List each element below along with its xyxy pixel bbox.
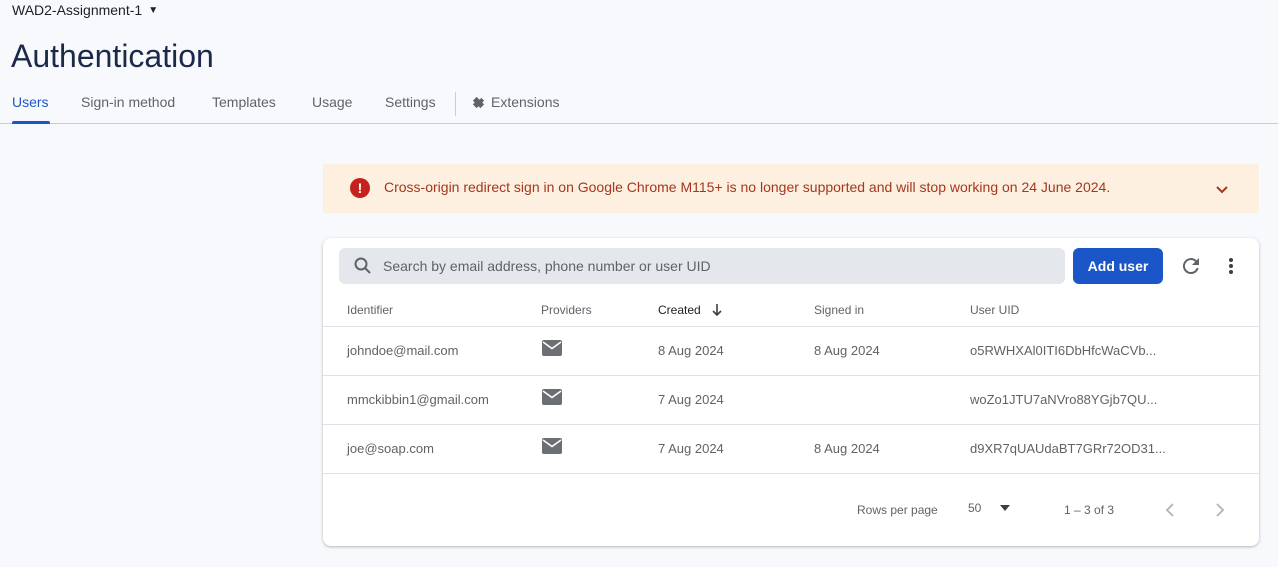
error-icon: ! <box>350 178 370 198</box>
cell-created: 7 Aug 2024 <box>658 392 724 407</box>
banner-message: Cross-origin redirect sign in on Google … <box>384 179 1111 195</box>
project-selector[interactable]: WAD2-Assignment-1 ▼ <box>12 2 158 18</box>
tab-templates[interactable]: Templates <box>212 94 276 110</box>
cell-signed-in: 8 Aug 2024 <box>814 441 880 456</box>
tab-usage[interactable]: Usage <box>312 94 352 110</box>
email-icon <box>542 340 562 356</box>
chevron-down-icon[interactable] <box>1213 180 1231 198</box>
cell-signed-in: 8 Aug 2024 <box>814 343 880 358</box>
column-header-uid: User UID <box>970 303 1020 317</box>
tab-sign-in-method[interactable]: Sign-in method <box>81 94 175 110</box>
tab-bar: Users Sign-in method Templates Usage Set… <box>0 84 1278 124</box>
pagination-range: 1 – 3 of 3 <box>1064 503 1115 517</box>
column-header-created[interactable]: Created <box>658 303 723 317</box>
column-header-providers: Providers <box>541 303 592 317</box>
column-header-signed-in[interactable]: Signed in <box>814 303 864 317</box>
deprecation-banner: ! Cross-origin redirect sign in on Googl… <box>323 164 1259 213</box>
rows-per-page-value: 50 <box>968 501 982 515</box>
cell-identifier: johndoe@mail.com <box>347 343 459 358</box>
cell-uid: woZo1JTU7aNVro88YGjb7QU... <box>970 392 1158 407</box>
project-name: WAD2-Assignment-1 <box>12 2 143 18</box>
cell-created: 8 Aug 2024 <box>658 343 724 358</box>
cell-created: 7 Aug 2024 <box>658 441 724 456</box>
cell-uid: d9XR7qUAUdaBT7GRr72OD31... <box>970 441 1166 456</box>
search-input[interactable] <box>383 248 1053 284</box>
more-vert-icon[interactable] <box>1219 254 1243 278</box>
tab-extensions[interactable]: Extensions <box>471 94 559 110</box>
caret-down-icon <box>1000 505 1011 511</box>
column-header-created-label: Created <box>658 303 701 317</box>
cell-uid: o5RWHXAl0ITI6DbHfcWaCVb... <box>970 343 1157 358</box>
users-card: Add user Identifier Providers Created Si… <box>323 238 1259 546</box>
tab-divider <box>455 92 456 116</box>
email-icon <box>542 438 562 454</box>
tab-extensions-label: Extensions <box>491 94 560 110</box>
search-icon <box>354 257 371 274</box>
table-row[interactable]: mmckibbin1@gmail.com 7 Aug 2024 woZo1JTU… <box>323 376 1259 425</box>
rows-per-page-label: Rows per page <box>857 503 938 517</box>
cell-identifier: mmckibbin1@gmail.com <box>347 392 489 407</box>
page-title: Authentication <box>11 38 214 74</box>
email-icon <box>542 389 562 405</box>
active-tab-indicator <box>12 121 50 124</box>
caret-down-icon: ▼ <box>148 4 159 16</box>
column-header-identifier[interactable]: Identifier <box>347 303 393 317</box>
table-row[interactable]: joe@soap.com 7 Aug 2024 8 Aug 2024 d9XR7… <box>323 425 1259 474</box>
table-row[interactable]: johndoe@mail.com 8 Aug 2024 8 Aug 2024 o… <box>323 327 1259 376</box>
search-bar <box>339 248 1065 284</box>
refresh-icon[interactable] <box>1179 254 1203 278</box>
extensions-icon <box>472 96 485 108</box>
previous-page-icon[interactable] <box>1161 500 1181 520</box>
cell-identifier: joe@soap.com <box>347 441 434 456</box>
add-user-button[interactable]: Add user <box>1073 248 1163 284</box>
tab-settings[interactable]: Settings <box>385 94 436 110</box>
arrow-down-icon <box>712 304 722 317</box>
tab-users[interactable]: Users <box>12 94 49 110</box>
next-page-icon[interactable] <box>1209 500 1229 520</box>
rows-per-page-select[interactable]: 50 <box>968 501 1011 515</box>
